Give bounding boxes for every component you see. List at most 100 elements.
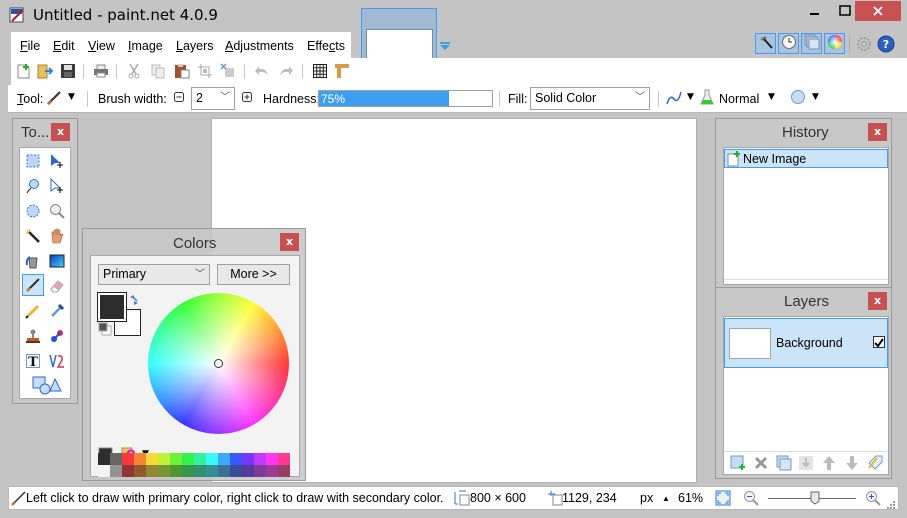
close-button[interactable] [855,1,901,21]
new-icon[interactable] [16,63,32,79]
palette-swatch[interactable] [194,465,206,477]
deselect-icon[interactable] [220,63,236,79]
history-panel-close[interactable]: x [868,123,887,141]
palette-swatch[interactable] [182,453,194,465]
menu-file[interactable]: File [20,39,40,53]
units-selector[interactable]: px [640,491,653,505]
help-button[interactable]: ? [877,35,895,53]
color-wheel-cursor[interactable] [214,359,223,368]
selection-mode-selector[interactable]: ▼ [789,89,823,107]
image-list-dropdown-icon[interactable] [440,39,450,50]
settings-button[interactable] [855,35,873,53]
brush-width-increase[interactable] [241,91,253,103]
palette-swatch[interactable] [98,453,110,465]
palette-swatch[interactable] [158,465,170,477]
layer-properties-button[interactable] [867,454,883,470]
layer-visibility-checkbox[interactable] [873,336,885,348]
move-layer-up-button[interactable] [821,455,837,471]
primary-color-swatch[interactable] [97,292,127,322]
gradient-tool[interactable] [46,250,68,272]
palette-swatch[interactable] [254,453,266,465]
reset-colors-icon[interactable] [98,322,112,336]
palette-swatch[interactable] [194,453,206,465]
move-selected-pixels-tool[interactable] [46,150,68,172]
ellipse-select-tool[interactable] [22,200,44,222]
pencil-tool[interactable] [22,300,44,322]
menu-adjustments[interactable]: Adjustments [225,39,294,53]
minimize-button[interactable] [800,1,830,21]
palette-swatch[interactable] [182,465,194,477]
palette-swatch[interactable] [158,453,170,465]
delete-layer-button[interactable] [753,455,769,471]
pan-tool[interactable] [46,225,68,247]
brush-width-input[interactable]: 2 ﹀ [191,87,235,110]
palette-swatch[interactable] [170,453,182,465]
zoom-in-button[interactable] [865,490,881,509]
palette-swatch[interactable] [266,465,278,477]
menu-image[interactable]: Image [128,39,163,53]
redo-icon[interactable] [278,63,294,79]
layers-window-toggle[interactable] [801,33,822,54]
palette-swatch[interactable] [122,453,134,465]
hardness-slider[interactable]: 75% [318,90,493,107]
palette-swatch[interactable] [230,465,242,477]
tools-panel-close[interactable]: x [51,123,70,141]
open-icon[interactable] [37,63,54,79]
crop-icon[interactable] [197,63,213,79]
blend-mode-selector[interactable]: Normal ▼ [700,89,780,107]
resize-grip[interactable] [886,499,896,513]
colors-panel-close[interactable]: x [280,233,299,251]
move-selection-tool[interactable] [46,175,68,197]
paint-bucket-tool[interactable] [22,250,44,272]
paste-icon[interactable] [174,63,190,79]
palette-swatch[interactable] [206,465,218,477]
palette-swatch[interactable] [110,453,122,465]
colors-window-toggle[interactable] [824,33,845,54]
copy-icon[interactable] [150,63,166,79]
zoom-to-window-button[interactable] [715,490,731,509]
tool-selector[interactable]: ▼ [46,90,78,108]
palette-swatch[interactable] [242,465,254,477]
menu-effects[interactable]: Effects [307,39,345,53]
palette-swatch[interactable] [98,465,110,477]
undo-icon[interactable] [254,63,270,79]
zoom-tool[interactable] [46,200,68,222]
palette-swatch[interactable] [146,465,158,477]
clone-stamp-tool[interactable] [22,325,44,347]
palette-swatch[interactable] [134,453,146,465]
duplicate-layer-button[interactable] [776,455,792,471]
color-mode-select[interactable]: Primary ﹀ [98,264,210,285]
palette-swatch[interactable] [242,453,254,465]
zoom-slider-thumb[interactable] [810,491,820,505]
recolor-tool[interactable] [46,325,68,347]
save-icon[interactable] [60,63,76,79]
palette-swatch[interactable] [278,453,290,465]
layer-row[interactable]: Background [724,318,888,368]
palette-swatch[interactable] [218,453,230,465]
zoom-out-button[interactable] [743,490,759,509]
brush-width-decrease[interactable] [173,91,185,103]
layers-panel-close[interactable]: x [868,292,887,310]
palette-swatch[interactable] [146,453,158,465]
merge-layer-down-button[interactable] [798,455,814,471]
menu-layers[interactable]: Layers [176,39,214,53]
add-layer-button[interactable] [730,455,746,471]
menu-edit[interactable]: Edit [53,39,75,53]
text-tool[interactable]: T [22,350,44,372]
line-curve-tool[interactable] [46,350,68,372]
rectangle-select-tool[interactable] [22,150,44,172]
print-icon[interactable] [93,63,109,79]
more-colors-button[interactable]: More >> [217,264,290,285]
paintbrush-tool[interactable] [22,274,44,296]
caret-up-icon[interactable]: ▲ [662,494,670,503]
move-layer-down-button[interactable] [844,455,860,471]
palette-swatch[interactable] [170,465,182,477]
color-wheel[interactable] [148,293,289,434]
palette-swatch[interactable] [134,465,146,477]
palette-swatch[interactable] [266,453,278,465]
zoom-value[interactable]: 61% [678,491,703,505]
palette-swatch[interactable] [278,465,290,477]
fill-select[interactable]: Solid Color ﹀ [530,87,650,110]
palette-swatch[interactable] [230,453,242,465]
history-window-toggle[interactable] [778,33,799,54]
